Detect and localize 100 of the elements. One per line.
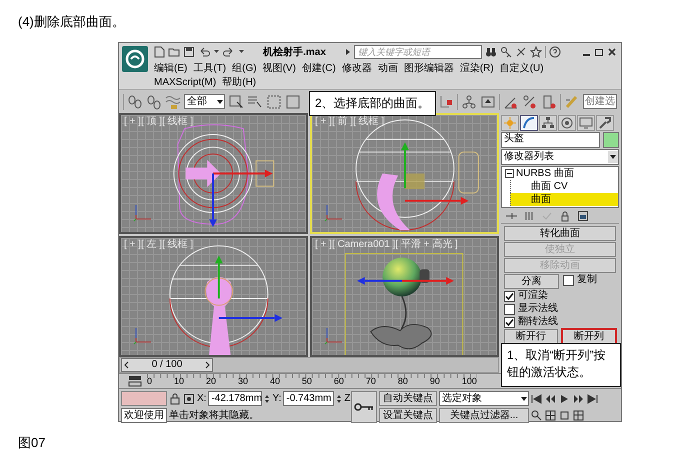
panel-tab[interactable] [596, 115, 614, 131]
checkbox[interactable] [504, 290, 515, 302]
percent-snap-icon[interactable] [522, 94, 538, 110]
menu-item[interactable]: MAXScript(M) [153, 76, 218, 89]
object-name-field[interactable]: 头盔 [501, 132, 600, 148]
menu-item[interactable]: 编辑(E) [153, 62, 188, 75]
show-end-result-icon[interactable] [523, 210, 535, 222]
checkbox-label: 翻转法线 [518, 316, 558, 328]
select-object-icon[interactable] [228, 94, 244, 110]
zoom-icon[interactable] [531, 410, 542, 421]
object-color-swatch[interactable] [603, 132, 619, 148]
star-icon[interactable] [530, 46, 542, 58]
panel-tab[interactable] [520, 115, 538, 131]
key-icon[interactable] [500, 46, 512, 58]
close-icon[interactable] [607, 46, 617, 58]
panel-tab[interactable] [558, 115, 576, 131]
maximize-viewport-icon[interactable] [573, 410, 584, 421]
panel-tab[interactable] [539, 115, 557, 131]
help-icon[interactable] [549, 46, 561, 58]
axis-tripod-icon [133, 326, 153, 346]
coordinate-label: X: [197, 392, 206, 405]
window-crossing-icon[interactable] [284, 94, 301, 110]
snap-toggle-icon[interactable] [438, 94, 454, 110]
menu-item[interactable]: 视图(V) [262, 62, 297, 75]
check-icon [505, 292, 514, 300]
bind-space-warp-icon[interactable] [164, 94, 181, 110]
auto-key-button[interactable]: 自动关键点 [379, 391, 437, 406]
panel-tab[interactable] [577, 115, 595, 131]
expander-icon[interactable] [505, 169, 514, 178]
rollout-title-button[interactable]: 转化曲面 [504, 226, 616, 241]
absolute-mode-icon[interactable] [183, 392, 195, 404]
break-button[interactable]: 断开列 [562, 329, 616, 344]
time-slider-thumb[interactable]: 0 / 100 [121, 358, 213, 372]
menu-item[interactable]: 动画 [376, 62, 399, 75]
open-folder-icon[interactable] [168, 46, 180, 58]
checkbox-label: 复制 [577, 274, 597, 286]
key-mode-dropdown[interactable]: 选定对象 [439, 391, 529, 406]
welcome-field[interactable]: 欢迎使用 [121, 408, 167, 423]
previous-frame-icon[interactable] [545, 394, 556, 404]
menu-item[interactable]: 图形编辑器 [402, 62, 455, 75]
key-filters-button[interactable]: 关键点过滤器... [439, 408, 529, 423]
set-key-toggle[interactable] [351, 391, 377, 423]
selection-filter-dropdown[interactable]: 全部 [184, 94, 225, 109]
break-button[interactable]: 断开行 [504, 329, 558, 344]
lock-icon[interactable] [559, 210, 571, 222]
layer-icon[interactable] [480, 94, 496, 110]
save-icon[interactable] [183, 46, 195, 58]
link-icon[interactable] [126, 94, 143, 110]
motion-icon [560, 116, 574, 130]
timeline-tick-label: 80 [398, 375, 408, 388]
zoom-extents-icon[interactable] [559, 410, 570, 421]
display-icon [579, 116, 593, 130]
configure-sets-icon[interactable] [577, 210, 589, 222]
undo-icon[interactable] [198, 46, 210, 58]
y-coordinate-field[interactable]: -0.743mm [283, 391, 334, 406]
unlink-icon[interactable] [146, 94, 162, 110]
menu-item[interactable]: 工具(T) [192, 62, 228, 75]
menu-item[interactable]: 创建(C) [300, 62, 337, 75]
checkbox[interactable] [563, 274, 574, 286]
selection-lock-icon[interactable] [169, 392, 181, 404]
checkbox[interactable] [504, 316, 515, 328]
time-slider-track[interactable]: 0 / 100 [119, 357, 499, 373]
menu-item[interactable]: 帮助(H) [221, 76, 258, 89]
checkbox[interactable] [504, 304, 515, 314]
rectangular-selection-icon[interactable] [266, 94, 282, 110]
select-by-name-icon[interactable] [246, 94, 263, 110]
zoom-all-icon[interactable] [545, 410, 556, 421]
menu-item[interactable]: 修改器 [340, 62, 373, 75]
x-coordinate-field[interactable]: -42.178mm [208, 391, 262, 406]
checkbox-label: 可渲染 [518, 290, 548, 302]
timeline-tick-label: 10 [174, 375, 184, 388]
detach-button[interactable]: 分离 [504, 274, 559, 289]
binoculars-icon[interactable] [485, 46, 497, 58]
menu-item[interactable]: 自定义(U) [498, 62, 545, 75]
stack-item[interactable]: 曲面 [510, 193, 618, 206]
spinner-snap-icon[interactable] [541, 94, 558, 110]
hierarchy-icon[interactable] [461, 94, 478, 110]
set-key-button[interactable]: 设置关键点 [379, 408, 437, 423]
redo-icon[interactable] [223, 46, 235, 58]
stack-item[interactable]: NURBS 曲面 [516, 168, 574, 180]
caret-icon[interactable] [344, 47, 351, 57]
timeline-tick-label: 60 [334, 375, 344, 388]
app-logo-icon[interactable] [122, 46, 148, 72]
modifier-list-dropdown[interactable]: 修改器列表 [501, 149, 619, 165]
named-selection-field[interactable]: 创建选 [583, 94, 617, 109]
hierarchy-icon [541, 116, 555, 130]
timeline-config-icon[interactable] [127, 374, 143, 388]
menu-item[interactable]: 组(G) [231, 62, 258, 75]
go-to-end-icon[interactable] [587, 394, 598, 404]
check-icon [505, 318, 514, 326]
maximize-icon[interactable] [594, 46, 604, 58]
timeline-tick-label: 100 [462, 375, 477, 388]
timeline-tick-label: 70 [366, 375, 376, 388]
menu-item[interactable]: 渲染(R) [458, 62, 495, 75]
new-file-icon[interactable] [153, 46, 165, 58]
timeline-tick-label: 30 [238, 375, 248, 388]
play-icon[interactable] [559, 394, 570, 404]
go-to-start-icon[interactable] [531, 394, 542, 404]
next-frame-icon[interactable] [573, 394, 584, 404]
pin-stack-icon[interactable] [505, 210, 517, 222]
